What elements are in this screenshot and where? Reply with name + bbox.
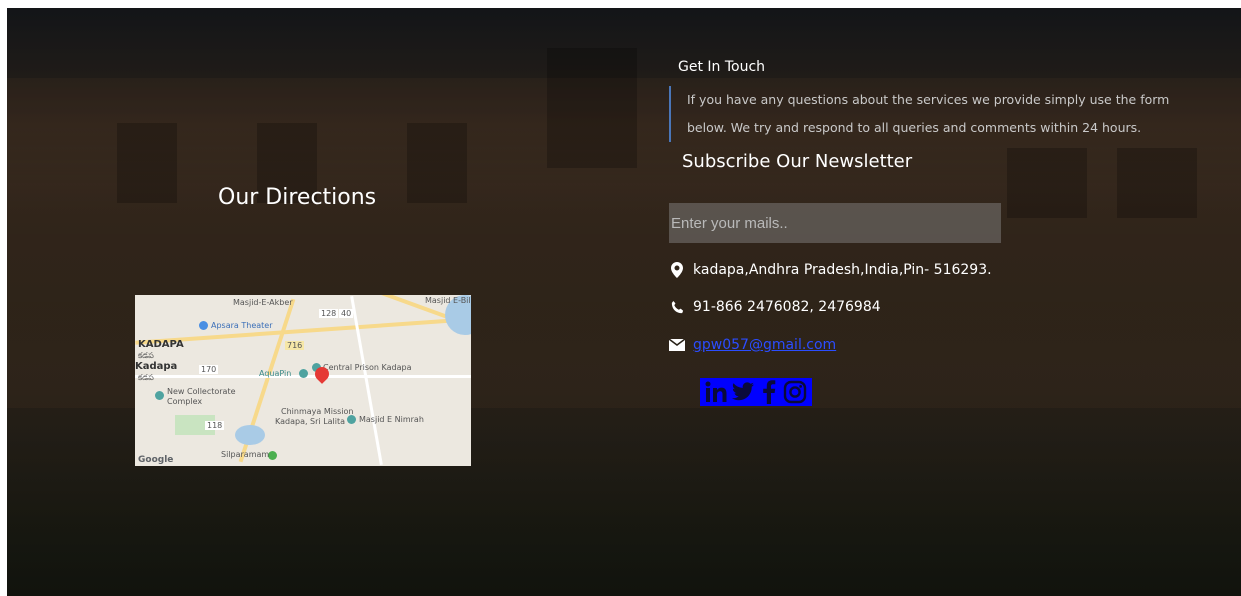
map-label: AquaPin (259, 369, 292, 378)
newsletter-email-input[interactable] (669, 203, 1001, 243)
phone-text: 91-866 2476082, 2476984 (693, 299, 881, 315)
address-row: kadapa,Andhra Pradesh,India,Pin- 516293. (669, 262, 992, 278)
background-window (1007, 148, 1087, 218)
map-road-number: 170 (199, 365, 219, 374)
map-road-number: 716 (285, 341, 305, 350)
map-label: Apsara Theater (211, 321, 273, 330)
instagram-icon[interactable] (782, 379, 808, 405)
phone-icon (669, 299, 685, 315)
map-label: Masjid E-Bilal (425, 296, 471, 305)
linkedin-icon[interactable] (704, 379, 730, 405)
background-window (117, 123, 177, 203)
map-label: Central Prison Kadapa (323, 363, 412, 372)
map-poi-icon (347, 415, 356, 424)
map-road-number: 118 (205, 421, 225, 430)
map-label: KADAPA (138, 339, 184, 350)
location-map[interactable]: Masjid-E-Akber Masjid E-Bilal Apsara The… (135, 295, 471, 466)
get-in-touch-text: If you have any questions about the serv… (669, 86, 1207, 142)
map-poi-icon (268, 451, 277, 460)
background-window (407, 123, 467, 203)
map-road-number: 128 (319, 309, 339, 318)
twitter-icon[interactable] (730, 379, 756, 405)
directions-heading: Our Directions (218, 185, 377, 210)
map-pin-icon (669, 262, 685, 278)
email-row: gpw057@gmail.com (669, 337, 836, 353)
footer-section: Our Directions Masjid-E-Akber Masjid E-B… (7, 8, 1241, 596)
newsletter-heading: Subscribe Our Newsletter (682, 151, 913, 172)
envelope-icon (669, 337, 685, 353)
map-poi-icon (199, 321, 208, 330)
map-label: Masjid-E-Akber (233, 298, 293, 307)
phone-row: 91-866 2476082, 2476984 (669, 299, 881, 315)
map-label: New Collectorate (167, 387, 236, 396)
map-poi-icon (155, 391, 164, 400)
map-label: Masjid E Nimrah (359, 415, 424, 424)
social-links (700, 378, 812, 406)
facebook-icon[interactable] (756, 379, 782, 405)
get-in-touch-heading: Get In Touch (678, 59, 766, 75)
map-label: Silparamam (221, 450, 270, 459)
email-link[interactable]: gpw057@gmail.com (693, 337, 836, 353)
background-window (547, 48, 637, 168)
map-road-number: 40 (339, 309, 354, 318)
map-label: Kadapa (135, 361, 178, 372)
map-water (235, 425, 265, 445)
map-label: Chinmaya Mission (281, 407, 354, 416)
map-label: Complex (167, 397, 203, 406)
map-road (350, 296, 383, 465)
map-label: Kadapa, Sri Lalita (275, 417, 346, 426)
map-label: కడప (138, 373, 154, 382)
background-window (1117, 148, 1197, 218)
address-text: kadapa,Andhra Pradesh,India,Pin- 516293. (693, 262, 992, 278)
map-poi-icon (299, 369, 308, 378)
google-logo: Google (138, 455, 174, 465)
